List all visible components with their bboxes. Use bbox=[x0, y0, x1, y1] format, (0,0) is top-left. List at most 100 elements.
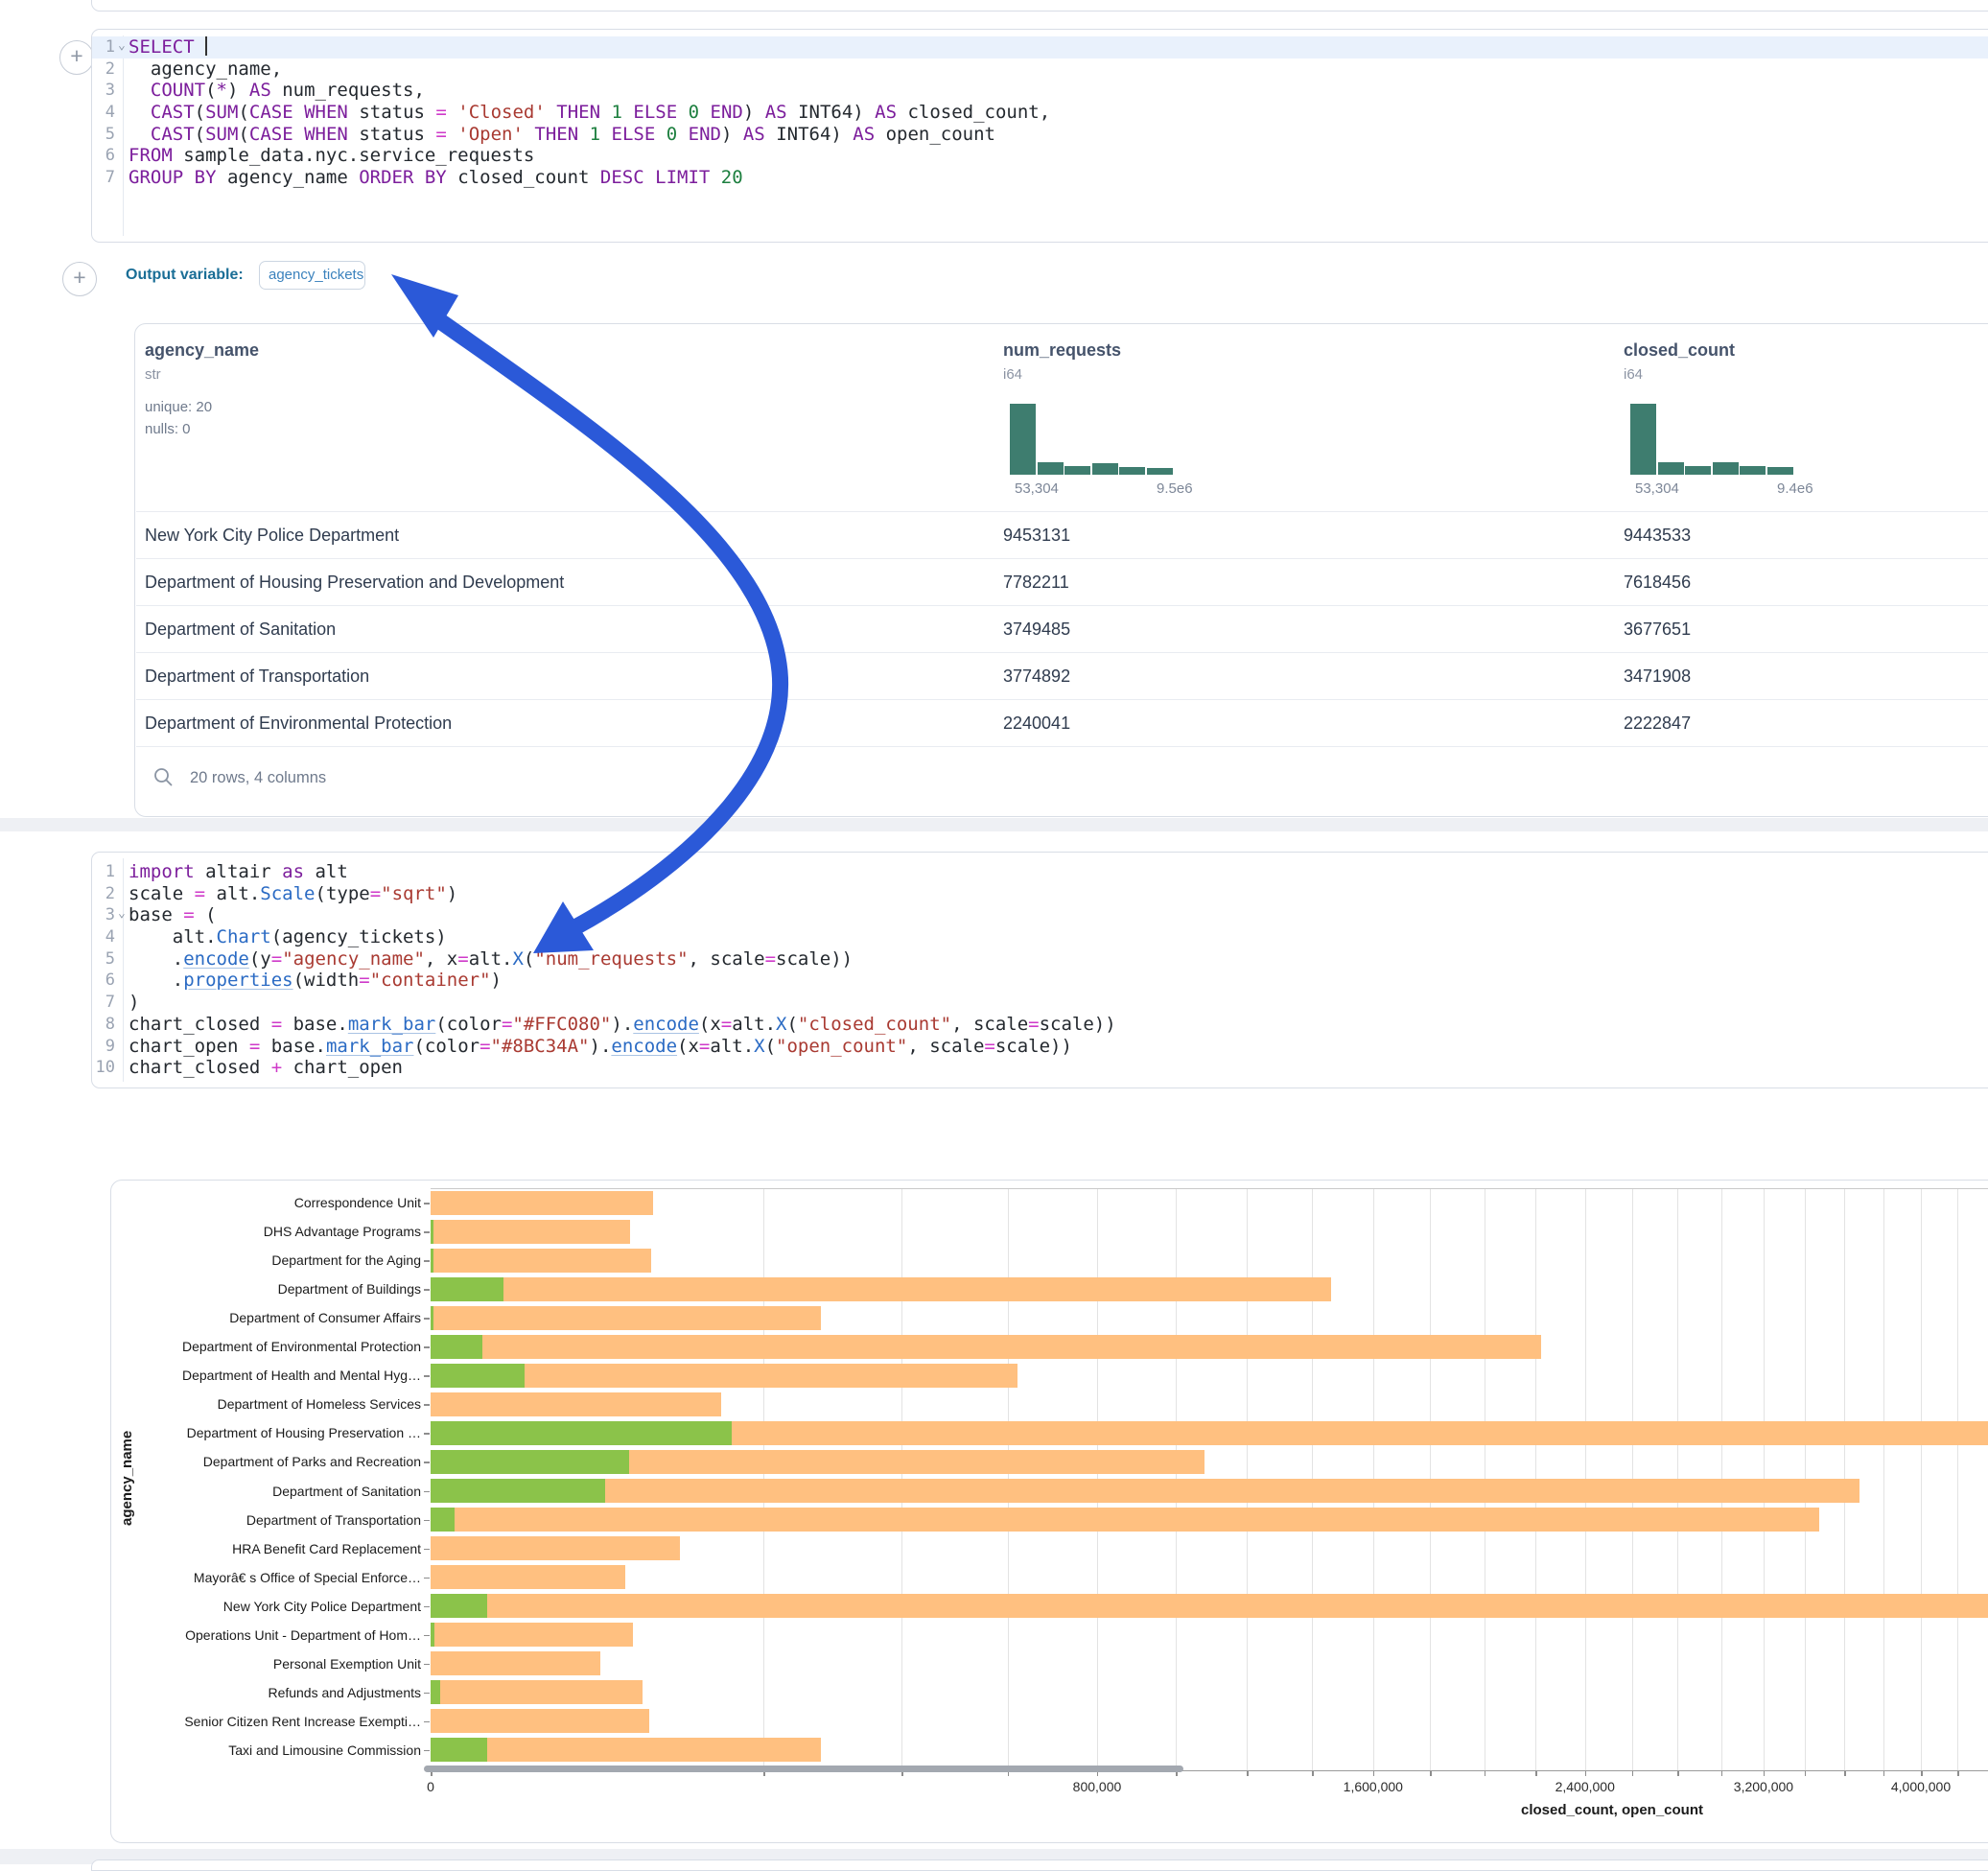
python-editor-cell[interactable]: 1import altair as alt2scale = alt.Scale(… bbox=[91, 852, 1988, 1088]
y-axis-label: HRA Benefit Card Replacement bbox=[114, 1541, 421, 1556]
column-header-agency_name[interactable]: agency_name bbox=[145, 340, 259, 361]
search-icon[interactable] bbox=[152, 766, 174, 787]
column-header-closed_count[interactable]: closed_count bbox=[1624, 340, 1735, 361]
bar-open-count bbox=[431, 1306, 433, 1330]
x-axis-tick-label: 2,400,000 bbox=[1555, 1779, 1615, 1794]
y-axis-tick bbox=[424, 1491, 430, 1493]
table-cell[interactable]: 9453131 bbox=[1003, 526, 1070, 546]
code-line[interactable]: 4 alt.Chart(agency_tickets) bbox=[92, 926, 1988, 948]
line-number: 2 bbox=[92, 58, 115, 81]
y-axis-tick bbox=[424, 1433, 430, 1435]
sql-editor-cell[interactable]: 1⌄SELECT 2 agency_name,3 COUNT(*) AS num… bbox=[91, 29, 1988, 243]
output-variable-label: Output variable: bbox=[126, 267, 244, 284]
line-number: 5 bbox=[92, 124, 115, 146]
plot-top-border bbox=[431, 1188, 1988, 1189]
code-line[interactable]: 6FROM sample_data.nyc.service_requests bbox=[92, 145, 1988, 167]
table-cell[interactable]: Department of Transportation bbox=[145, 667, 369, 687]
line-number: 1 bbox=[92, 861, 115, 883]
table-cell[interactable]: 2222847 bbox=[1624, 713, 1691, 734]
output-variable-pill[interactable]: agency_tickets bbox=[259, 261, 365, 290]
column-header-num_requests[interactable]: num_requests bbox=[1003, 340, 1121, 361]
table-cell[interactable]: Department of Environmental Protection bbox=[145, 713, 452, 734]
bar-open-count bbox=[431, 1249, 433, 1273]
code-line[interactable]: 10chart_closed + chart_open bbox=[92, 1057, 1988, 1079]
code-line[interactable]: 7) bbox=[92, 992, 1988, 1014]
table-output-card: agency_namestrunique: 20nulls: 0num_requ… bbox=[134, 323, 1988, 817]
chart-gridline bbox=[1957, 1188, 1958, 1770]
code-line[interactable]: 7GROUP BY agency_name ORDER BY closed_co… bbox=[92, 167, 1988, 189]
x-axis-tick-label: 1,600,000 bbox=[1344, 1779, 1403, 1794]
table-cell[interactable]: 9443533 bbox=[1624, 526, 1691, 546]
table-cell[interactable]: New York City Police Department bbox=[145, 526, 399, 546]
y-axis-tick bbox=[424, 1635, 430, 1637]
code-line[interactable]: 6 .properties(width="container") bbox=[92, 970, 1988, 992]
y-axis-tick bbox=[424, 1693, 430, 1695]
code-text: scale = alt.Scale(type="sqrt") bbox=[129, 883, 457, 905]
bar-open-count bbox=[431, 1450, 629, 1474]
code-line[interactable]: 4 CAST(SUM(CASE WHEN status = 'Closed' T… bbox=[92, 102, 1988, 124]
y-axis-tick bbox=[424, 1750, 430, 1752]
add-cell-button-output[interactable]: + bbox=[62, 262, 97, 296]
histogram-bar bbox=[1713, 462, 1739, 475]
code-text: chart_open = base.mark_bar(color="#8BC34… bbox=[129, 1036, 1072, 1058]
table-cell[interactable]: 3749485 bbox=[1003, 620, 1070, 640]
y-axis-label: Department of Consumer Affairs bbox=[114, 1310, 421, 1325]
code-line[interactable]: 8chart_closed = base.mark_bar(color="#FF… bbox=[92, 1014, 1988, 1036]
bar-open-count bbox=[431, 1364, 525, 1388]
line-number: 4 bbox=[92, 102, 115, 124]
y-axis-label: Department of Transportation bbox=[114, 1512, 421, 1528]
y-axis-label: New York City Police Department bbox=[114, 1599, 421, 1614]
y-axis-tick bbox=[424, 1375, 430, 1377]
table-cell[interactable]: Department of Sanitation bbox=[145, 620, 336, 640]
table-cell[interactable]: Department of Housing Preservation and D… bbox=[145, 573, 564, 593]
column-stat: unique: 20 bbox=[145, 399, 212, 415]
table-cell[interactable]: 7782211 bbox=[1003, 573, 1069, 593]
code-line[interactable]: 9chart_open = base.mark_bar(color="#8BC3… bbox=[92, 1036, 1988, 1058]
fold-chevron-icon[interactable]: ⌄ bbox=[118, 35, 126, 58]
row-separator bbox=[136, 699, 1988, 700]
chart-output-card: Correspondence UnitDHS Advantage Program… bbox=[110, 1180, 1988, 1843]
table-cell[interactable]: 3471908 bbox=[1624, 667, 1691, 687]
bar-open-count bbox=[431, 1594, 487, 1618]
chart-horizontal-scrollbar[interactable] bbox=[424, 1766, 1183, 1772]
line-number: 10 bbox=[92, 1057, 115, 1079]
add-cell-button-top[interactable]: + bbox=[59, 40, 94, 75]
column-type: str bbox=[145, 366, 161, 383]
y-axis-tick bbox=[424, 1520, 430, 1522]
sql-code-area[interactable]: 1⌄SELECT 2 agency_name,3 COUNT(*) AS num… bbox=[92, 36, 1988, 189]
bar-open-count bbox=[431, 1680, 440, 1704]
code-line[interactable]: 1⌄SELECT bbox=[92, 36, 1988, 58]
row-separator bbox=[136, 511, 1988, 512]
fold-chevron-icon[interactable]: ⌄ bbox=[118, 903, 126, 925]
line-number: 8 bbox=[92, 1014, 115, 1036]
code-line[interactable]: 2 agency_name, bbox=[92, 58, 1988, 81]
code-line[interactable]: 2scale = alt.Scale(type="sqrt") bbox=[92, 883, 1988, 905]
text-caret bbox=[205, 36, 207, 56]
table-cell[interactable]: 3774892 bbox=[1003, 667, 1070, 687]
bar-closed-count bbox=[431, 1738, 821, 1762]
code-text: .properties(width="container") bbox=[129, 970, 502, 992]
bar-closed-count bbox=[431, 1277, 1331, 1301]
code-line[interactable]: 3 COUNT(*) AS num_requests, bbox=[92, 80, 1988, 102]
code-line[interactable]: 5 .encode(y="agency_name", x=alt.X("num_… bbox=[92, 948, 1988, 971]
code-line[interactable]: 1import altair as alt bbox=[92, 861, 1988, 883]
table-row-count: 20 rows, 4 columns bbox=[190, 769, 326, 787]
code-line[interactable]: 3⌄base = ( bbox=[92, 904, 1988, 926]
histogram-max-label: 9.5e6 bbox=[1157, 480, 1193, 497]
code-text: ) bbox=[129, 992, 139, 1014]
bar-chart: Correspondence UnitDHS Advantage Program… bbox=[111, 1181, 1988, 1842]
histogram-bar bbox=[1092, 463, 1118, 475]
code-text: SELECT bbox=[129, 36, 207, 58]
bar-closed-count bbox=[431, 1565, 625, 1589]
y-axis-label: Taxi and Limousine Commission bbox=[114, 1742, 421, 1758]
y-axis-tick bbox=[424, 1404, 430, 1406]
table-cell[interactable]: 3677651 bbox=[1624, 620, 1691, 640]
y-axis-label: Operations Unit - Department of Hom… bbox=[114, 1627, 421, 1643]
python-code-area[interactable]: 1import altair as alt2scale = alt.Scale(… bbox=[92, 861, 1988, 1079]
code-line[interactable]: 5 CAST(SUM(CASE WHEN status = 'Open' THE… bbox=[92, 124, 1988, 146]
table-cell[interactable]: 2240041 bbox=[1003, 713, 1070, 734]
table-cell[interactable]: 7618456 bbox=[1624, 573, 1691, 593]
y-axis-label: Mayorâ€ s Office of Special Enforce… bbox=[114, 1570, 421, 1585]
line-number: 1 bbox=[92, 36, 115, 58]
bar-closed-count bbox=[431, 1680, 643, 1704]
